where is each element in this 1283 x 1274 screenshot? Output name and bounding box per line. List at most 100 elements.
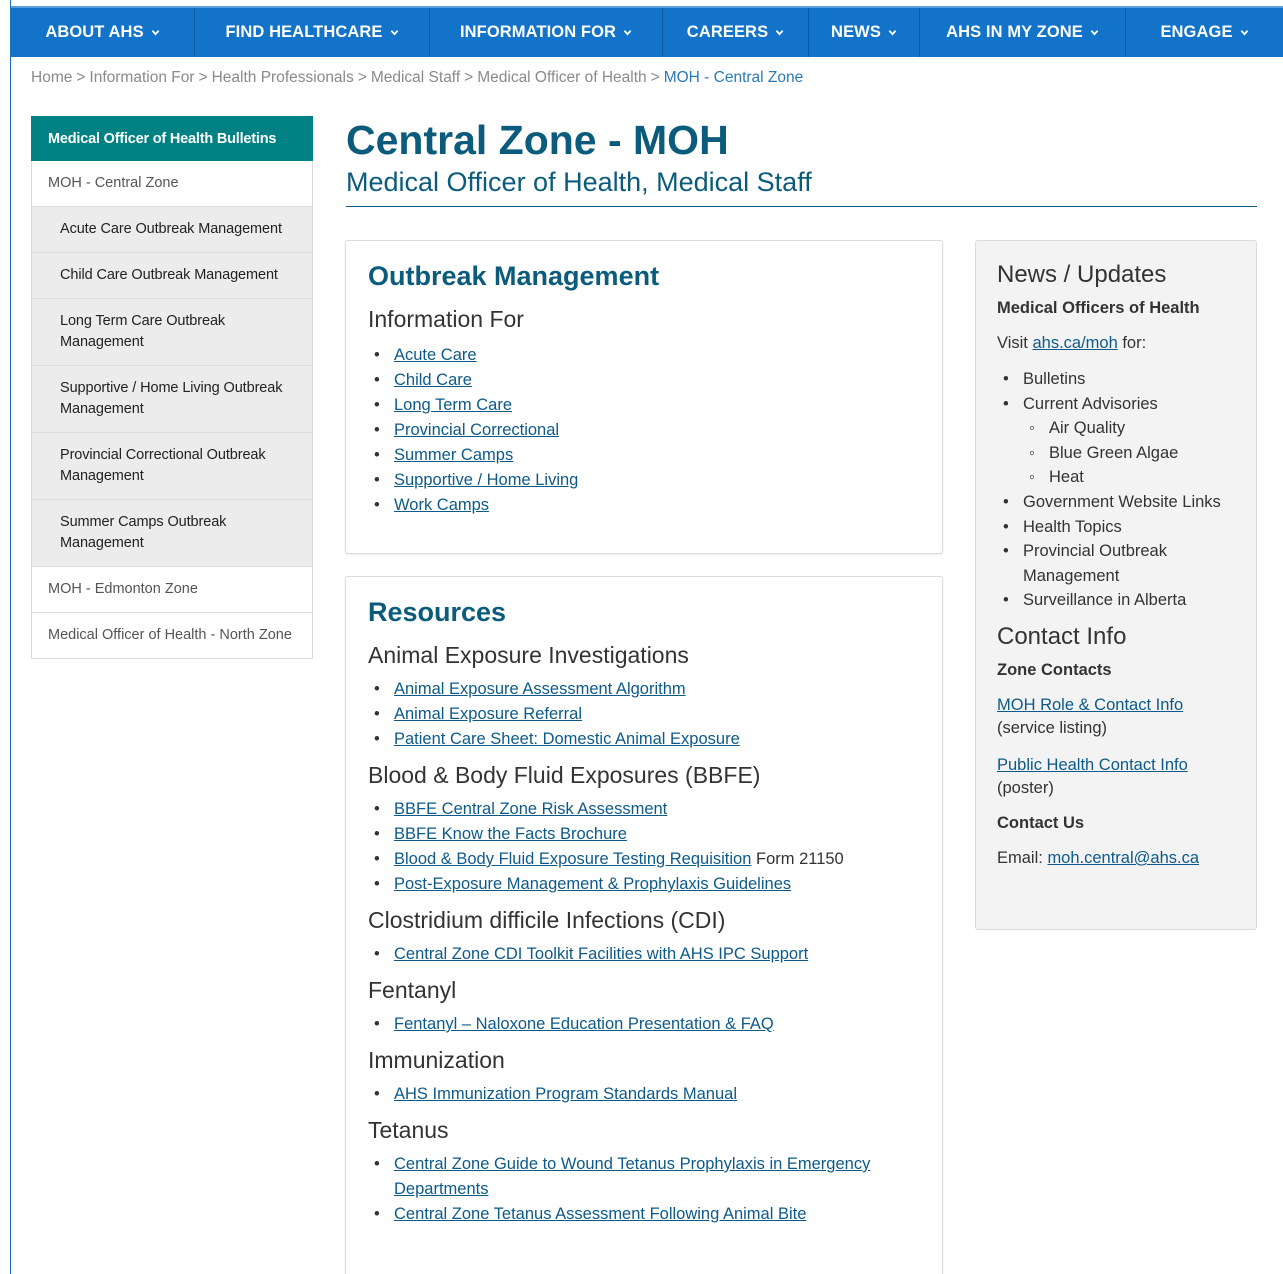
list-item: Supportive / Home Living xyxy=(368,468,920,493)
list-item: Bulletins xyxy=(997,367,1235,392)
nav-careers[interactable]: CAREERS xyxy=(663,8,809,57)
link-work-camps[interactable]: Work Camps xyxy=(394,496,489,514)
link-immunization-manual[interactable]: AHS Immunization Program Standards Manua… xyxy=(394,1085,737,1103)
sidebar-item-supportive-home-living[interactable]: Supportive / Home Living Outbreak Manage… xyxy=(31,366,313,433)
moh-heading: Medical Officers of Health xyxy=(997,299,1200,317)
breadcrumb-health-professionals[interactable]: Health Professionals xyxy=(212,69,354,86)
chevron-down-icon xyxy=(1240,30,1248,36)
list-item: Health Topics xyxy=(997,515,1235,540)
link-patient-care-sheet[interactable]: Patient Care Sheet: Domestic Animal Expo… xyxy=(394,730,740,748)
sidebar-item-summer-camps[interactable]: Summer Camps Outbreak Management xyxy=(31,500,313,567)
chevron-down-icon xyxy=(390,30,398,36)
breadcrumb-medical-officer-of-health[interactable]: Medical Officer of Health xyxy=(477,69,646,86)
breadcrumb-separator: > xyxy=(76,69,86,86)
resources-heading: Resources xyxy=(368,597,507,627)
list-item: Surveillance in Alberta xyxy=(997,588,1235,613)
list-item: Provincial Outbreak Management xyxy=(997,539,1235,588)
list-item: Animal Exposure Assessment Algorithm xyxy=(368,677,920,702)
contact-info-heading: Contact Info xyxy=(997,622,1127,650)
section-title-tetanus: Tetanus xyxy=(368,1117,449,1143)
link-animal-exposure-referral[interactable]: Animal Exposure Referral xyxy=(394,705,582,723)
resource-link-list: Central Zone CDI Toolkit Facilities with… xyxy=(368,942,920,967)
breadcrumb-medical-staff[interactable]: Medical Staff xyxy=(371,69,460,86)
list-item: Heat xyxy=(1023,465,1235,490)
nav-engage[interactable]: ENGAGE xyxy=(1126,8,1283,57)
list-item: Work Camps xyxy=(368,493,920,518)
sidebar-item-moh-edmonton-zone[interactable]: MOH - Edmonton Zone xyxy=(31,567,313,613)
nav-label: AHS IN MY ZONE xyxy=(946,23,1083,41)
nav-ahs-in-my-zone[interactable]: AHS IN MY ZONE xyxy=(920,8,1126,57)
nav-information-for[interactable]: INFORMATION FOR xyxy=(430,8,663,57)
list-item: Summer Camps xyxy=(368,443,920,468)
breadcrumb: Home > Information For > Health Professional… xyxy=(31,69,803,87)
breadcrumb-separator: > xyxy=(198,69,208,86)
link-bbfe-risk-assessment[interactable]: BBFE Central Zone Risk Assessment xyxy=(394,800,667,818)
sidebar-item-moh-central-zone[interactable]: MOH - Central Zone xyxy=(31,161,313,207)
outbreak-management-card: Outbreak Management Information For Acut… xyxy=(345,240,943,554)
section-title-immunization: Immunization xyxy=(368,1047,505,1073)
list-item: Provincial Correctional xyxy=(368,418,920,443)
link-public-health-contact[interactable]: Public Health Contact Info xyxy=(997,756,1188,774)
link-bbfe-testing-requisition[interactable]: Blood & Body Fluid Exposure Testing Requ… xyxy=(394,850,751,868)
link-animal-exposure-algorithm[interactable]: Animal Exposure Assessment Algorithm xyxy=(394,680,686,698)
breadcrumb-information-for[interactable]: Information For xyxy=(89,69,194,86)
nav-news[interactable]: NEWS xyxy=(809,8,920,57)
contact-us-heading: Contact Us xyxy=(997,813,1085,832)
email-prefix: Email: xyxy=(997,848,1048,867)
link-summer-camps[interactable]: Summer Camps xyxy=(394,446,513,464)
link-cdi-toolkit[interactable]: Central Zone CDI Toolkit Facilities with… xyxy=(394,945,808,963)
list-item-label: Current Advisories xyxy=(1023,394,1158,413)
link-tetanus-prophylaxis-guide[interactable]: Central Zone Guide to Wound Tetanus Prop… xyxy=(394,1155,870,1198)
link-tetanus-animal-bite[interactable]: Central Zone Tetanus Assessment Followin… xyxy=(394,1205,806,1223)
link-ahs-moh[interactable]: ahs.ca/moh xyxy=(1032,334,1117,352)
list-item: Central Zone Guide to Wound Tetanus Prop… xyxy=(368,1152,920,1202)
list-item: BBFE Central Zone Risk Assessment xyxy=(368,797,920,822)
breadcrumb-separator: > xyxy=(357,69,367,86)
sidebar-item-long-term-care[interactable]: Long Term Care Outbreak Management xyxy=(31,299,313,366)
advisories-list: Air Quality Blue Green Algae Heat xyxy=(1023,416,1235,490)
list-item: Patient Care Sheet: Domestic Animal Expo… xyxy=(368,727,920,752)
news-heading: News / Updates xyxy=(997,261,1167,288)
sidebar-item-provincial-correctional[interactable]: Provincial Correctional Outbreak Managem… xyxy=(31,433,313,500)
link-provincial-correctional[interactable]: Provincial Correctional xyxy=(394,421,559,439)
link-email[interactable]: moh.central@ahs.ca xyxy=(1047,849,1199,867)
sidebar-header-bulletins[interactable]: Medical Officer of Health Bulletins xyxy=(31,116,313,161)
list-item: BBFE Know the Facts Brochure xyxy=(368,822,920,847)
chevron-down-icon xyxy=(888,30,897,36)
link-fentanyl-naloxone[interactable]: Fentanyl – Naloxone Education Presentati… xyxy=(394,1015,774,1033)
breadcrumb-separator: > xyxy=(464,69,474,86)
breadcrumb-home[interactable]: Home xyxy=(31,69,72,86)
moh-role-note: (service listing) xyxy=(997,718,1108,737)
list-item: Central Zone Tetanus Assessment Followin… xyxy=(368,1202,920,1227)
sidebar-item-child-care[interactable]: Child Care Outbreak Management xyxy=(31,253,313,299)
nav-about-ahs[interactable]: ABOUT AHS xyxy=(11,8,195,57)
outbreak-heading: Outbreak Management xyxy=(368,261,660,291)
list-item: Blue Green Algae xyxy=(1023,441,1235,466)
link-moh-role-contact[interactable]: MOH Role & Contact Info xyxy=(997,696,1183,714)
list-item: Long Term Care xyxy=(368,393,920,418)
breadcrumb-separator: > xyxy=(650,69,660,86)
page-title: Central Zone - MOH xyxy=(346,117,729,163)
resource-link-list: BBFE Central Zone Risk Assessment BBFE K… xyxy=(368,797,920,897)
link-child-care[interactable]: Child Care xyxy=(394,371,472,389)
section-title-animal-exposure: Animal Exposure Investigations xyxy=(368,642,689,668)
section-title-cdi: Clostridium difficile Infections (CDI) xyxy=(368,907,726,933)
link-supportive-home-living[interactable]: Supportive / Home Living xyxy=(394,471,578,489)
sidebar-item-acute-care[interactable]: Acute Care Outbreak Management xyxy=(31,207,313,253)
nav-label: FIND HEALTHCARE xyxy=(225,23,383,41)
link-long-term-care[interactable]: Long Term Care xyxy=(394,396,512,414)
sidebar-item-moh-north-zone[interactable]: Medical Officer of Health - North Zone xyxy=(31,613,313,659)
link-acute-care[interactable]: Acute Care xyxy=(394,346,477,364)
zone-contacts-heading: Zone Contacts xyxy=(997,660,1112,679)
nav-find-healthcare[interactable]: FIND HEALTHCARE xyxy=(195,8,430,57)
nav-label: ENGAGE xyxy=(1160,23,1233,41)
visit-prefix: Visit xyxy=(997,334,1033,352)
title-divider xyxy=(346,206,1257,207)
link-bbfe-brochure[interactable]: BBFE Know the Facts Brochure xyxy=(394,825,627,843)
resource-link-list: AHS Immunization Program Standards Manua… xyxy=(368,1082,920,1107)
link-post-exposure-guidelines[interactable]: Post-Exposure Management & Prophylaxis G… xyxy=(394,875,791,893)
list-item: Government Website Links xyxy=(997,490,1235,515)
resource-link-list: Central Zone Guide to Wound Tetanus Prop… xyxy=(368,1152,920,1227)
nav-label: NEWS xyxy=(831,23,881,41)
resource-link-list: Fentanyl – Naloxone Education Presentati… xyxy=(368,1012,920,1037)
